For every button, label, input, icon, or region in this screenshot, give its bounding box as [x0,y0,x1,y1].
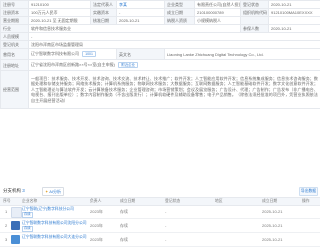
cell: 存续 [120,237,128,243]
cell: 存续 [120,209,128,215]
company-logo [11,221,20,230]
address-cell: 辽宁省沈阳市浑南区创新路××号××室(自主申报) 附近企业 [29,60,320,71]
label [241,17,269,25]
label: 曾用名 [1,49,29,60]
cell: - [165,223,166,228]
value: 100万元人民币 [29,9,91,17]
col-header: 负责人 [90,199,101,204]
value: - [29,33,320,41]
label: 营业期限 [1,17,29,25]
col-header: 序号 [3,199,11,204]
label: 成立日期 [165,9,195,17]
label: 登记状态 [241,1,269,9]
col-header: 成立日期 [120,199,135,204]
address: 辽宁省沈阳市浑南区创新路××号××室(自主申报) [31,62,115,67]
legal-rep-link[interactable]: 李某 [117,1,165,9]
branches-toolbar: 分支机构 3 ✦ AI分析 导出数据 [0,186,320,196]
label: 法定代表人 [91,1,117,9]
scope-cell: 一般项目：技术服务、技术开发、技术咨询、技术交流、技术转让、技术推广；软件开发；… [29,71,320,109]
label: 纳税人资质 [165,17,195,25]
value: 2025-10-21 [117,17,165,25]
value: 2020-10-21 [269,1,320,9]
table-row[interactable]: 1 辽宁智联(辽宁)数字科技分公司 存续 2023年 存续 - 2025-10-… [0,205,320,219]
label: 英文名 [117,49,165,60]
value [269,17,320,25]
label: 经营范围 [1,71,29,109]
ai-analysis-button[interactable]: ✦ AI分析 [42,187,64,196]
cell: 存续 [120,223,128,229]
export-data-label: 导出数据 [301,189,316,193]
former-name-badge[interactable]: 1001 [82,51,96,57]
business-info-table: 注册号 91210100 法定代表人 李某 企业类型 有限责任公司(自然人投资或… [0,0,320,109]
branch-name-link[interactable]: 辽宁智联数字科技有限公司大连分公司 [22,235,87,240]
value: 91210100 [29,1,91,9]
ai-analysis-label: AI分析 [49,189,61,194]
branches-title: 分支机构 3 [3,188,25,194]
col-header: 操作 [302,199,310,204]
value: 2020-10-21 [269,25,320,33]
col-header: 登记状态 [165,199,180,204]
label: 组织机构代码 [241,9,269,17]
cell: 2023年 [90,237,103,243]
cell: 2023年 [90,209,103,215]
row-index: 1 [5,209,7,214]
label: 行业 [1,25,29,33]
value: - [117,9,165,17]
label: 注册地址 [1,60,29,71]
value: 2020-10-21 至 无固定期限 [29,17,91,25]
cell: 2023年 [90,223,103,229]
label: 参保人数 [241,25,269,33]
label: 企业类型 [165,1,195,9]
company-logo [11,207,22,218]
value: 小规模纳税人 [195,17,241,25]
label: 注册号 [1,1,29,9]
table-row[interactable]: 2 辽宁智联数字科技有限公司沈阳分公司 存续 2023年 存续 - 2025-1… [0,219,320,233]
branches-count: 3 [22,188,25,193]
value: 有限责任公司(自然人投资或控股) [195,1,241,9]
status-badge: 存续 [22,226,33,232]
table-row[interactable]: 3 辽宁智联数字科技有限公司大连分公司 2023年 存续 - 2025-10-2… [0,233,320,247]
former-name-cell: 辽宁智联数字科技有限公司 1001 [29,49,117,60]
label: 注册资本 [1,9,29,17]
col-header: 成立日期 [262,199,277,204]
value: 沈阳市浑南区市场监督管理局 [29,41,320,49]
value: 软件和信息技术服务业 [29,25,241,33]
row-index: 2 [5,223,7,228]
cell: 2025-10-21 [262,209,282,214]
former-name: 辽宁智联数字科技有限公司 [31,51,79,56]
export-data-button[interactable]: 导出数据 [299,187,318,196]
status-badge: 存续 [22,212,33,218]
col-header: 企业名称 [22,199,37,204]
branches-title-text: 分支机构 [3,188,21,193]
col-header: 地区 [215,199,223,204]
label: 实缴资本 [91,9,117,17]
value: 210100000789 [195,9,241,17]
nearby-companies-button[interactable]: 附近企业 [118,62,138,68]
label: 核准日期 [91,17,117,25]
cell: - [165,209,166,214]
label: 人员规模 [1,33,29,41]
business-scope: 一般项目：技术服务、技术开发、技术咨询、技术交流、技术转让、技术推广；软件开发；… [31,76,318,104]
label: 登记机关 [1,41,29,49]
cell: 2025-10-21 [262,223,282,228]
sparkle-icon: ✦ [45,189,48,194]
value: 91210100MA10EXXXX [269,9,320,17]
english-name: Liaoning Lanke Zhichuang Digital Technol… [165,49,320,60]
